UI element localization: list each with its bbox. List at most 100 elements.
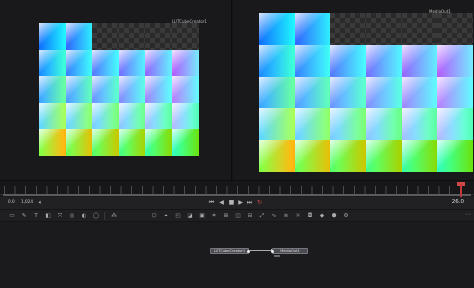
transform-icon[interactable]: ⤧ xyxy=(56,212,64,220)
warp-icon[interactable]: ◰ xyxy=(174,212,182,220)
settings-icon[interactable]: ⚙ xyxy=(342,212,350,220)
audio-icon[interactable]: 🔈︎ xyxy=(36,198,45,208)
lut-tile xyxy=(65,129,93,157)
lut-tile xyxy=(39,49,66,77)
lut-tile xyxy=(259,108,296,141)
camera-icon[interactable]: ◘ xyxy=(306,212,314,220)
lut-tile xyxy=(39,102,66,130)
lut-tile xyxy=(145,49,172,77)
lut-tile xyxy=(366,76,403,109)
render-end-field[interactable]: 1,024 xyxy=(21,199,33,204)
node-editor[interactable]: LUTCubeCreator1 MediaOut1 xyxy=(0,223,474,288)
node-mediaout[interactable]: MediaOut1 xyxy=(271,248,308,257)
crop-icon[interactable]: ⌗ xyxy=(210,212,218,220)
color-icon[interactable]: ◐ xyxy=(80,212,88,220)
tracker-icon[interactable]: ⌖ xyxy=(162,212,170,220)
lut-tile xyxy=(437,108,474,141)
lut-tile xyxy=(92,102,119,130)
lut-tile xyxy=(65,102,93,130)
render-range-bar[interactable] xyxy=(3,194,471,196)
next-frame-icon[interactable]: ⏭︎ xyxy=(245,198,254,208)
lut-tile xyxy=(39,129,66,157)
play-icon[interactable]: ▶︎ xyxy=(236,198,245,208)
node-lutcubecreator-label: LUTCubeCreator1 xyxy=(213,249,246,253)
node-connection xyxy=(249,250,273,251)
filter-icon[interactable]: ≋ xyxy=(282,212,290,220)
lut-tile xyxy=(39,23,66,51)
prev-frame-icon[interactable]: ◀︎ xyxy=(217,198,226,208)
lut-tile xyxy=(65,23,93,51)
viewer-right[interactable]: MediaOut1 xyxy=(233,0,474,180)
lut-tile xyxy=(259,13,296,46)
lut-tile xyxy=(65,76,93,104)
first-frame-icon[interactable]: ⏮︎ xyxy=(207,198,216,208)
lut-tile xyxy=(92,129,119,157)
lut-tile xyxy=(330,108,367,141)
lut-icon[interactable]: ◫ xyxy=(234,212,242,220)
lut-tile xyxy=(145,129,172,157)
lut-tile xyxy=(366,44,403,78)
lut-tile xyxy=(401,44,438,78)
lut-tile xyxy=(294,13,331,46)
transparent-tile xyxy=(92,23,119,51)
lut-tile xyxy=(259,44,296,78)
mask-icon[interactable]: ◯ xyxy=(92,212,100,220)
transport-bar: 0.0 1,024 🔈︎ ⏮︎ ◀︎ ■ ▶︎ ⏭︎ ↻ 26.0 xyxy=(0,197,474,209)
particles-icon[interactable]: ⁂ xyxy=(110,212,118,220)
playhead[interactable] xyxy=(460,184,462,197)
resize-icon[interactable]: ⤢ xyxy=(258,212,266,220)
render-icon[interactable]: ⬢ xyxy=(330,212,338,220)
stop-icon[interactable]: ■ xyxy=(227,198,236,208)
keyer-icon[interactable]: ◪ xyxy=(186,212,194,220)
viewer-left[interactable]: LUTCubeCreator1 xyxy=(0,0,232,180)
lut-tile xyxy=(401,140,438,173)
lut-tile xyxy=(259,140,296,173)
lut-tile xyxy=(330,140,367,173)
3d-icon[interactable]: ⬡ xyxy=(150,212,158,220)
node-mediaout-label: MediaOut1 xyxy=(280,249,300,253)
merge-icon[interactable]: ◧ xyxy=(44,212,52,220)
background-icon[interactable]: ▭ xyxy=(8,212,16,220)
matte-icon[interactable]: ▣ xyxy=(198,212,206,220)
lut-tile xyxy=(401,76,438,109)
lut-tile xyxy=(294,76,331,109)
transparent-tile xyxy=(437,13,474,46)
paint-icon[interactable]: ✎ xyxy=(20,212,28,220)
transparent-tile xyxy=(145,23,172,51)
ruler-ticks xyxy=(4,186,468,194)
shape-icon[interactable]: ◆ xyxy=(318,212,326,220)
lut-tile xyxy=(171,76,199,104)
lut-tile xyxy=(437,44,474,78)
light-icon[interactable]: ☼ xyxy=(294,212,302,220)
node-lutcubecreator[interactable]: LUTCubeCreator1 xyxy=(210,248,250,254)
timeline-ruler[interactable] xyxy=(0,180,474,197)
lut-tile xyxy=(366,108,403,141)
transparent-tile xyxy=(401,13,438,46)
transparent-tile xyxy=(330,13,367,46)
toolbar-separator xyxy=(104,212,105,220)
transparent-tile xyxy=(171,23,199,51)
lut-tile xyxy=(259,76,296,109)
lut-tile xyxy=(171,129,199,157)
text-icon[interactable]: T xyxy=(32,212,40,220)
lut-tile xyxy=(171,49,199,77)
lut-tile xyxy=(294,44,331,78)
viewer-area: LUTCubeCreator1 MediaOut1 xyxy=(0,0,474,180)
loop-icon[interactable]: ↻ xyxy=(255,198,264,208)
current-frame[interactable]: 26.0 xyxy=(452,199,464,205)
more-icon[interactable]: ⋯ xyxy=(465,211,471,218)
render-start-field[interactable]: 0.0 xyxy=(8,199,15,204)
transparent-tile xyxy=(118,23,146,51)
lut-tile xyxy=(366,140,403,173)
lut-tile xyxy=(330,44,367,78)
lut-tile xyxy=(437,140,474,173)
channel-icon[interactable]: ⊟ xyxy=(246,212,254,220)
tools-toolbar: ▭ ✎ T ◧ ⤧ ◎ ◐ ◯ ⁂ ⬡ ⌖ ◰ ◪ ▣ ⌗ ⊞ ◫ ⊟ ⤢ ∿ … xyxy=(0,209,474,222)
blur-icon[interactable]: ◎ xyxy=(68,212,76,220)
curve-icon[interactable]: ∿ xyxy=(270,212,278,220)
lut-cube-image-right xyxy=(259,13,474,173)
input-port[interactable] xyxy=(271,250,274,253)
lut-tile xyxy=(145,76,172,104)
grid-icon[interactable]: ⊞ xyxy=(222,212,230,220)
lut-tile xyxy=(92,49,119,77)
